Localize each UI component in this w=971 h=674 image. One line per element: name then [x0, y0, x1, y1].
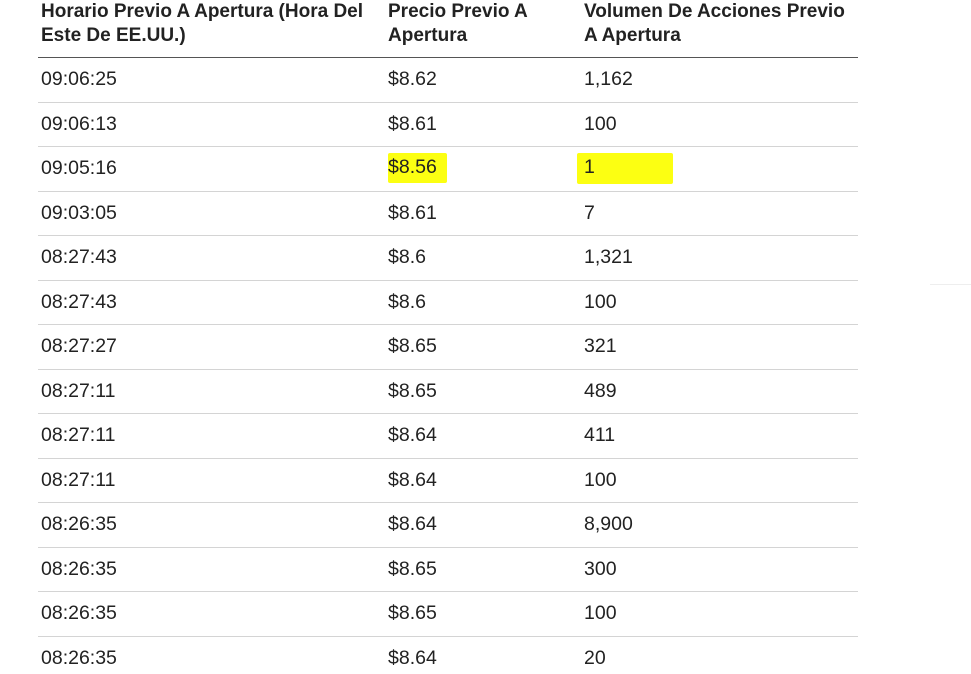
cell-price: $8.64 — [385, 458, 581, 503]
cell-time: 08:26:35 — [41, 647, 117, 669]
cell-volume: 100 — [581, 591, 858, 637]
cell-price: $8.65 — [385, 547, 581, 592]
cell-price: $8.61 — [385, 102, 581, 147]
cell-volume: 7 — [581, 191, 858, 236]
cell-price: $8.64 — [385, 413, 581, 459]
table-row: 08:27:27 $8.65 321 — [38, 324, 858, 370]
cell-price: $8.64 — [388, 647, 437, 669]
cell-time: 09:03:05 — [38, 191, 385, 236]
table-row: 08:26:35 $8.65 300 — [38, 547, 858, 592]
cell-volume: 100 — [581, 280, 858, 325]
cell-time: 09:06:13 — [38, 102, 385, 147]
cell-time: 08:27:43 — [38, 235, 385, 281]
cell-volume: 20 — [584, 647, 606, 669]
table-row: 08:27:11 $8.65 489 — [38, 369, 858, 414]
table-row: 08:26:35 $8.64 8,900 — [38, 502, 858, 548]
cell-time: 08:27:11 — [38, 369, 385, 414]
cell-volume: 100 — [581, 102, 858, 147]
table-row: 09:06:13 $8.61 100 — [38, 102, 858, 147]
table-row: 08:27:43 $8.6 100 — [38, 280, 858, 325]
cell-time: 09:05:16 — [38, 146, 385, 192]
table-body: 09:06:25 $8.62 1,162 09:06:13 $8.61 100 09:05:… — [38, 57, 858, 674]
table-row: 09:06:25 $8.62 1,162 — [38, 57, 858, 103]
page: Horario Previo A Apertura (Hora Del Este… — [0, 0, 971, 674]
table-row: 08:27:43 $8.6 1,321 — [38, 235, 858, 281]
cell-price: $8.65 — [385, 591, 581, 637]
cell-volume: 321 — [581, 324, 858, 370]
cell-volume: 100 — [581, 458, 858, 503]
header-volume: Volumen De Acciones Previo A Apertura — [581, 0, 858, 58]
highlighted-price: $8.56 — [388, 152, 447, 183]
cell-volume: 300 — [581, 547, 858, 592]
table-row: 08:27:11 $8.64 100 — [38, 458, 858, 503]
cell-price: $8.6 — [385, 235, 581, 281]
cell-price: $8.65 — [385, 369, 581, 414]
cell-time: 08:27:11 — [38, 413, 385, 459]
cell-time: 08:27:27 — [38, 324, 385, 370]
cell-price: $8.64 — [385, 502, 581, 548]
cell-price: $8.56 — [385, 146, 581, 192]
cell-price: $8.62 — [385, 57, 581, 103]
cell-time: 08:26:35 — [38, 502, 385, 548]
header-time: Horario Previo A Apertura (Hora Del Este… — [38, 0, 385, 58]
cell-volume: 489 — [581, 369, 858, 414]
header-price: Precio Previo A Apertura — [385, 0, 581, 58]
cell-volume: 1 — [577, 146, 858, 192]
table-row: 09:05:16 $8.56 1 — [38, 146, 858, 192]
premarket-trades-table: Horario Previo A Apertura (Hora Del Este… — [38, 0, 858, 674]
cell-volume: 1,321 — [581, 235, 858, 281]
cell-volume: 411 — [581, 413, 858, 459]
cell-time: 08:26:35 — [38, 547, 385, 592]
table-row: 09:03:05 $8.61 7 — [38, 191, 858, 236]
cell-price: $8.65 — [385, 324, 581, 370]
cell-time: 08:26:35 — [38, 591, 385, 637]
table-header-row: Horario Previo A Apertura (Hora Del Este… — [38, 0, 858, 58]
cell-volume: 1,162 — [581, 57, 858, 103]
cell-price: $8.61 — [385, 191, 581, 236]
table-row: 08:26:35 $8.65 100 — [38, 591, 858, 637]
table-row: 08:27:11 $8.64 411 — [38, 413, 858, 459]
divider — [930, 284, 971, 285]
cell-time: 08:27:43 — [38, 280, 385, 325]
cell-time: 09:06:25 — [38, 57, 385, 103]
cell-time: 08:27:11 — [38, 458, 385, 503]
table-row: 08:26:35 $8.64 20 — [38, 636, 858, 674]
cell-volume: 8,900 — [581, 502, 858, 548]
highlighted-volume: 1 — [577, 153, 673, 185]
cell-price: $8.6 — [385, 280, 581, 325]
